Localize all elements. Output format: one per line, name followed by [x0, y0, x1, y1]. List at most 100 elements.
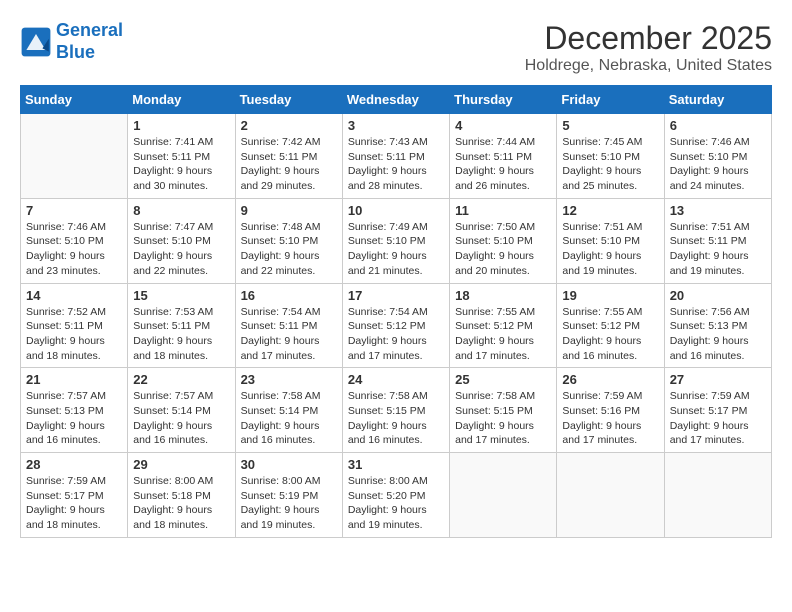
logo-line1: General	[56, 20, 123, 40]
day-cell: 19 Sunrise: 7:55 AM Sunset: 5:12 PM Dayli…	[557, 283, 664, 368]
day-number: 14	[26, 288, 122, 303]
day-cell: 26 Sunrise: 7:59 AM Sunset: 5:16 PM Dayli…	[557, 368, 664, 453]
logo-icon	[20, 26, 52, 58]
day-info: Sunrise: 7:56 AM Sunset: 5:13 PM Dayligh…	[670, 305, 766, 364]
header-monday: Monday	[128, 86, 235, 114]
day-info: Sunrise: 7:59 AM Sunset: 5:17 PM Dayligh…	[26, 474, 122, 533]
header-saturday: Saturday	[664, 86, 771, 114]
week-row-4: 21 Sunrise: 7:57 AM Sunset: 5:13 PM Dayli…	[21, 368, 772, 453]
day-number: 2	[241, 118, 337, 133]
day-number: 28	[26, 457, 122, 472]
day-cell: 5 Sunrise: 7:45 AM Sunset: 5:10 PM Daylig…	[557, 114, 664, 199]
day-cell: 29 Sunrise: 8:00 AM Sunset: 5:18 PM Dayli…	[128, 453, 235, 538]
day-cell: 2 Sunrise: 7:42 AM Sunset: 5:11 PM Daylig…	[235, 114, 342, 199]
day-number: 16	[241, 288, 337, 303]
page-header: General Blue December 2025 Holdrege, Neb…	[20, 20, 772, 75]
day-cell	[557, 453, 664, 538]
day-info: Sunrise: 7:57 AM Sunset: 5:13 PM Dayligh…	[26, 389, 122, 448]
day-number: 5	[562, 118, 658, 133]
day-info: Sunrise: 7:41 AM Sunset: 5:11 PM Dayligh…	[133, 135, 229, 194]
day-info: Sunrise: 7:45 AM Sunset: 5:10 PM Dayligh…	[562, 135, 658, 194]
day-number: 20	[670, 288, 766, 303]
header-tuesday: Tuesday	[235, 86, 342, 114]
day-info: Sunrise: 7:55 AM Sunset: 5:12 PM Dayligh…	[455, 305, 551, 364]
day-number: 24	[348, 372, 444, 387]
day-cell: 9Sunrise: 7:48 AM Sunset: 5:10 PM Daylig…	[235, 198, 342, 283]
day-number: 31	[348, 457, 444, 472]
day-info: Sunrise: 7:58 AM Sunset: 5:14 PM Dayligh…	[241, 389, 337, 448]
day-cell: 6 Sunrise: 7:46 AM Sunset: 5:10 PM Daylig…	[664, 114, 771, 199]
day-number: 11	[455, 203, 551, 218]
logo: General Blue	[20, 20, 123, 63]
day-cell: 23Sunrise: 7:58 AM Sunset: 5:14 PM Dayli…	[235, 368, 342, 453]
day-cell	[664, 453, 771, 538]
day-cell: 20 Sunrise: 7:56 AM Sunset: 5:13 PM Dayli…	[664, 283, 771, 368]
logo-line2: Blue	[56, 42, 95, 62]
day-cell	[450, 453, 557, 538]
week-row-3: 14 Sunrise: 7:52 AM Sunset: 5:11 PM Dayli…	[21, 283, 772, 368]
day-number: 27	[670, 372, 766, 387]
day-cell: 31 Sunrise: 8:00 AM Sunset: 5:20 PM Dayli…	[342, 453, 449, 538]
day-info: Sunrise: 7:47 AM Sunset: 5:10 PM Dayligh…	[133, 220, 229, 279]
day-cell: 16Sunrise: 7:54 AM Sunset: 5:11 PM Dayli…	[235, 283, 342, 368]
day-cell: 14 Sunrise: 7:52 AM Sunset: 5:11 PM Dayli…	[21, 283, 128, 368]
day-info: Sunrise: 7:57 AM Sunset: 5:14 PM Dayligh…	[133, 389, 229, 448]
day-cell: 21 Sunrise: 7:57 AM Sunset: 5:13 PM Dayli…	[21, 368, 128, 453]
day-number: 19	[562, 288, 658, 303]
month-title: December 2025	[525, 20, 772, 57]
header-thursday: Thursday	[450, 86, 557, 114]
day-cell: 4Sunrise: 7:44 AM Sunset: 5:11 PM Daylig…	[450, 114, 557, 199]
day-cell: 12Sunrise: 7:51 AM Sunset: 5:10 PM Dayli…	[557, 198, 664, 283]
calendar-table: Sunday Monday Tuesday Wednesday Thursday…	[20, 85, 772, 538]
day-cell: 3Sunrise: 7:43 AM Sunset: 5:11 PM Daylig…	[342, 114, 449, 199]
day-cell	[21, 114, 128, 199]
day-cell: 28 Sunrise: 7:59 AM Sunset: 5:17 PM Dayli…	[21, 453, 128, 538]
day-cell: 17Sunrise: 7:54 AM Sunset: 5:12 PM Dayli…	[342, 283, 449, 368]
day-number: 25	[455, 372, 551, 387]
day-cell: 8 Sunrise: 7:47 AM Sunset: 5:10 PM Daylig…	[128, 198, 235, 283]
day-number: 1	[133, 118, 229, 133]
day-info: Sunrise: 7:49 AM Sunset: 5:10 PM Dayligh…	[348, 220, 444, 279]
day-cell: 13 Sunrise: 7:51 AM Sunset: 5:11 PM Dayli…	[664, 198, 771, 283]
day-info: Sunrise: 7:52 AM Sunset: 5:11 PM Dayligh…	[26, 305, 122, 364]
calendar-body: 1 Sunrise: 7:41 AM Sunset: 5:11 PM Daylig…	[21, 114, 772, 538]
location-title: Holdrege, Nebraska, United States	[525, 57, 772, 75]
day-info: Sunrise: 7:44 AM Sunset: 5:11 PM Dayligh…	[455, 135, 551, 194]
day-number: 30	[241, 457, 337, 472]
day-cell: 25 Sunrise: 7:58 AM Sunset: 5:15 PM Dayli…	[450, 368, 557, 453]
day-number: 10	[348, 203, 444, 218]
day-cell: 27 Sunrise: 7:59 AM Sunset: 5:17 PM Dayli…	[664, 368, 771, 453]
day-info: Sunrise: 7:58 AM Sunset: 5:15 PM Dayligh…	[348, 389, 444, 448]
day-number: 29	[133, 457, 229, 472]
header-wednesday: Wednesday	[342, 86, 449, 114]
day-number: 9	[241, 203, 337, 218]
day-info: Sunrise: 8:00 AM Sunset: 5:20 PM Dayligh…	[348, 474, 444, 533]
day-number: 15	[133, 288, 229, 303]
day-info: Sunrise: 7:50 AM Sunset: 5:10 PM Dayligh…	[455, 220, 551, 279]
day-number: 26	[562, 372, 658, 387]
day-info: Sunrise: 7:54 AM Sunset: 5:12 PM Dayligh…	[348, 305, 444, 364]
day-info: Sunrise: 8:00 AM Sunset: 5:18 PM Dayligh…	[133, 474, 229, 533]
day-number: 8	[133, 203, 229, 218]
day-cell: 30Sunrise: 8:00 AM Sunset: 5:19 PM Dayli…	[235, 453, 342, 538]
day-info: Sunrise: 7:51 AM Sunset: 5:11 PM Dayligh…	[670, 220, 766, 279]
day-cell: 1 Sunrise: 7:41 AM Sunset: 5:11 PM Daylig…	[128, 114, 235, 199]
day-number: 21	[26, 372, 122, 387]
day-number: 3	[348, 118, 444, 133]
day-number: 6	[670, 118, 766, 133]
day-number: 7	[26, 203, 122, 218]
header-friday: Friday	[557, 86, 664, 114]
day-info: Sunrise: 7:55 AM Sunset: 5:12 PM Dayligh…	[562, 305, 658, 364]
day-cell: 24 Sunrise: 7:58 AM Sunset: 5:15 PM Dayli…	[342, 368, 449, 453]
day-number: 22	[133, 372, 229, 387]
day-cell: 18Sunrise: 7:55 AM Sunset: 5:12 PM Dayli…	[450, 283, 557, 368]
week-row-2: 7Sunrise: 7:46 AM Sunset: 5:10 PM Daylig…	[21, 198, 772, 283]
header-row: Sunday Monday Tuesday Wednesday Thursday…	[21, 86, 772, 114]
day-info: Sunrise: 7:46 AM Sunset: 5:10 PM Dayligh…	[670, 135, 766, 194]
day-info: Sunrise: 7:59 AM Sunset: 5:17 PM Dayligh…	[670, 389, 766, 448]
day-number: 13	[670, 203, 766, 218]
day-info: Sunrise: 7:59 AM Sunset: 5:16 PM Dayligh…	[562, 389, 658, 448]
calendar-header: Sunday Monday Tuesday Wednesday Thursday…	[21, 86, 772, 114]
day-info: Sunrise: 7:42 AM Sunset: 5:11 PM Dayligh…	[241, 135, 337, 194]
day-info: Sunrise: 7:58 AM Sunset: 5:15 PM Dayligh…	[455, 389, 551, 448]
